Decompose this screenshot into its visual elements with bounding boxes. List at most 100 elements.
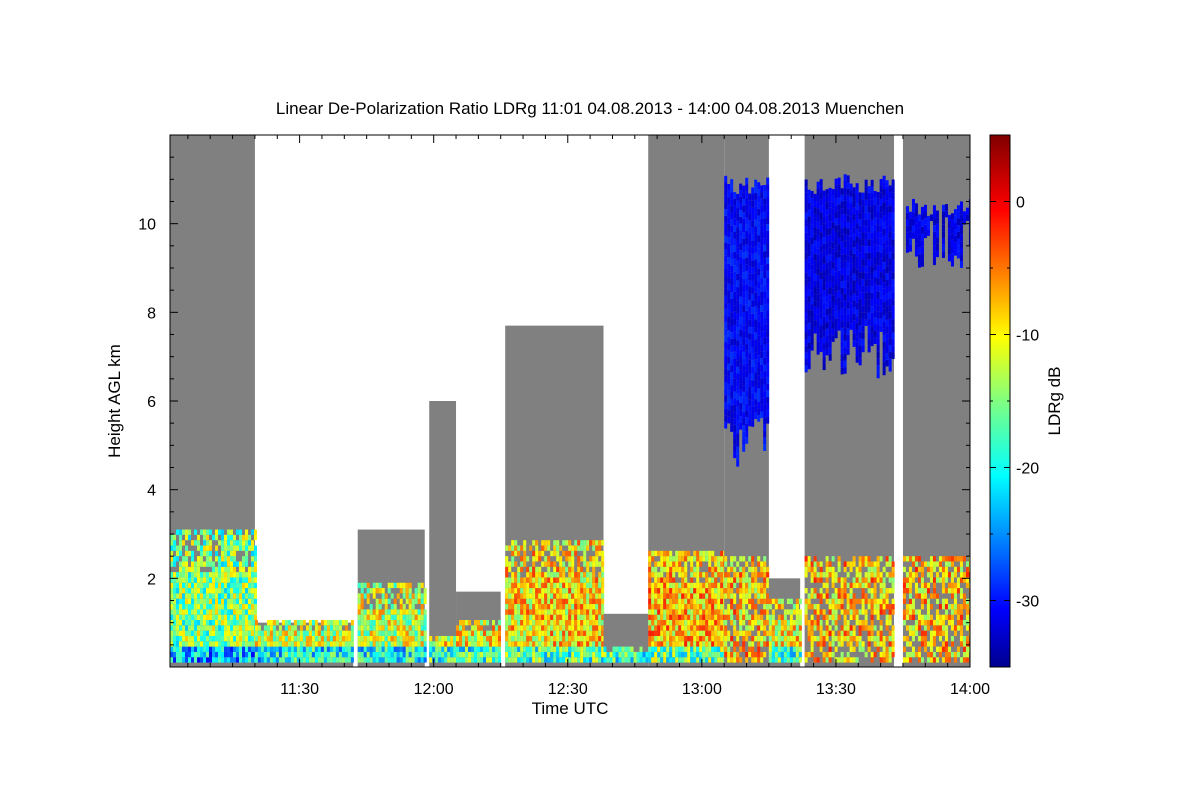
cirrus-cell: [870, 286, 874, 293]
ldr-cell: [870, 598, 874, 605]
ldr-cell: [248, 620, 251, 626]
ldr-cell: [529, 614, 533, 621]
ldr-cell: [378, 614, 382, 621]
ldr-cell: [926, 641, 930, 647]
ldr-cell: [239, 641, 242, 647]
ldr-cell: [690, 561, 694, 567]
ldr-cell: [194, 598, 197, 605]
ldr-cell: [514, 604, 518, 610]
ldr-cell: [369, 588, 373, 594]
cirrus-cell: [751, 320, 755, 328]
ldr-cell: [846, 598, 850, 605]
ldr-cell: [559, 641, 563, 647]
ldr-cell: [598, 651, 602, 658]
cirrus-cell: [876, 265, 880, 272]
ldr-cell: [711, 614, 715, 621]
cirrus-cell: [804, 359, 808, 366]
ldr-cell: [831, 593, 835, 599]
ldr-cell: [338, 646, 342, 652]
ldr-cell: [417, 646, 421, 652]
ldr-cell: [666, 588, 670, 594]
cirrus-cell: [754, 379, 758, 386]
ldr-cell: [224, 588, 227, 594]
cirrus-cell: [757, 242, 761, 249]
ldr-cell: [185, 614, 188, 621]
ldr-cell: [224, 550, 227, 557]
ldr-cell: [663, 646, 667, 652]
ldr-cell: [194, 588, 197, 594]
ldr-cell: [350, 651, 354, 658]
cirrus-cell: [730, 232, 734, 240]
ldr-cell: [420, 593, 424, 599]
ldr-cell: [598, 641, 602, 647]
ldr-cell: [598, 657, 602, 663]
ldr-cell: [435, 657, 439, 663]
cirrus-cell: [816, 228, 820, 235]
cirrus-cell: [727, 363, 731, 371]
cirrus-cell: [742, 212, 746, 219]
ldr-cell: [329, 630, 333, 636]
ldr-cell: [745, 635, 749, 642]
ldr-cell: [876, 572, 880, 578]
cirrus-cell: [834, 271, 838, 279]
ldr-cell: [505, 646, 509, 652]
cirrus-cell: [888, 218, 892, 226]
ldr-cell: [699, 588, 703, 594]
ldr-cell: [908, 556, 912, 562]
cirrus-cell: [825, 302, 829, 309]
ldr-cell: [834, 635, 838, 642]
cirrus-cell: [730, 305, 734, 313]
ldr-cell: [227, 529, 230, 535]
ldr-cell: [224, 540, 227, 546]
ldr-cell: [774, 598, 778, 605]
ldr-cell: [690, 657, 694, 663]
ldr-cell: [363, 620, 367, 626]
ldr-cell: [393, 625, 397, 631]
ldr-cell: [332, 657, 336, 663]
ldr-cell: [592, 646, 596, 652]
cirrus-cell: [888, 185, 892, 193]
ldr-cell: [526, 620, 530, 626]
ldr-cell: [855, 598, 859, 605]
ldr-cell: [242, 657, 245, 663]
cirrus-cell: [837, 323, 841, 331]
cirrus-cell: [807, 249, 811, 257]
ldr-cell: [861, 556, 865, 562]
ldr-cell: [408, 657, 412, 663]
cirrus-cell: [923, 211, 927, 219]
ldr-cell: [663, 614, 667, 621]
cirrus-cell: [834, 305, 838, 312]
cirrus-cell: [763, 284, 767, 292]
cirrus-cell: [914, 216, 918, 224]
ldr-cell: [858, 635, 862, 642]
ldr-cell: [185, 625, 188, 631]
ldr-cell: [648, 641, 652, 647]
ldr-cell: [372, 635, 376, 642]
ldr-cell: [535, 625, 539, 631]
ldr-cell: [544, 620, 548, 626]
ldr-cell: [571, 614, 575, 621]
ldr-cell: [654, 641, 658, 647]
cirrus-cell: [882, 222, 886, 229]
ldr-cell: [708, 566, 712, 573]
ldr-cell: [363, 630, 367, 636]
ldr-cell: [828, 572, 832, 578]
cirrus-cell: [804, 285, 808, 293]
cirrus-cell: [956, 251, 960, 259]
ldr-cell: [748, 577, 752, 583]
cirrus-cell: [736, 273, 740, 281]
ldr-cell: [926, 651, 930, 658]
cirrus-cell: [819, 205, 823, 213]
cirrus-cell: [959, 208, 963, 215]
ldr-cell: [720, 651, 724, 658]
ldr-cell: [920, 604, 924, 610]
cirrus-cell: [885, 193, 889, 201]
ldr-cell: [601, 593, 605, 599]
ldr-cell: [272, 630, 276, 636]
ldr-cell: [378, 604, 382, 610]
cirrus-cell: [846, 334, 850, 342]
ldr-cell: [360, 635, 364, 642]
ldr-cell: [402, 593, 406, 599]
cirrus-cell: [828, 287, 832, 295]
ldr-cell: [511, 604, 515, 610]
